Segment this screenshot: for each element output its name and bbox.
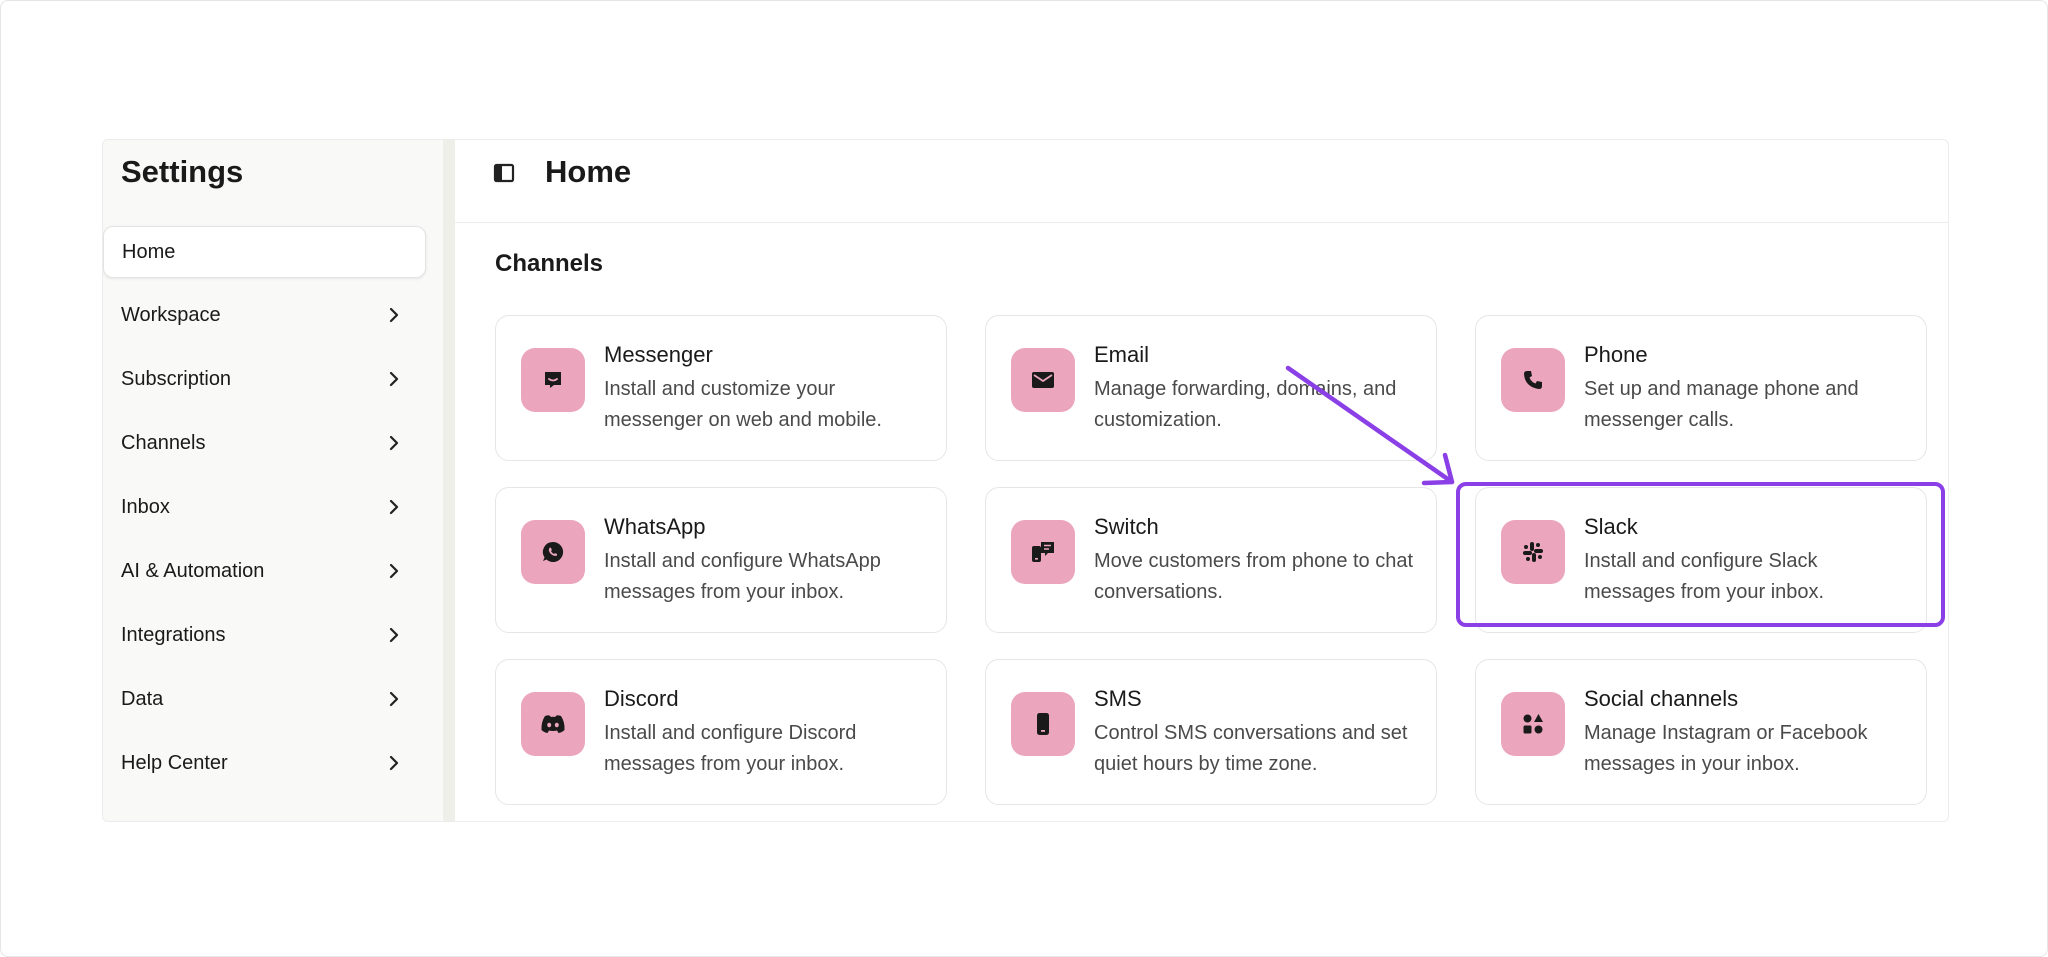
card-title: WhatsApp — [604, 514, 706, 539]
sidebar-item-label: Subscription — [121, 367, 232, 390]
sidebar-item-label: AI & Automation — [121, 559, 265, 582]
card-description: Control SMS conversations and set quiet … — [1094, 722, 1408, 775]
card-title: Social channels — [1584, 686, 1739, 711]
main-content: Home Channels Messenger Install and cust… — [455, 140, 1948, 821]
social-channels-icon — [1501, 692, 1565, 756]
card-title: Messenger — [604, 342, 713, 367]
messenger-icon — [521, 348, 585, 412]
sidebar-item-label: Integrations — [121, 623, 226, 646]
sidebar-item-inbox[interactable]: Inbox — [103, 481, 426, 533]
settings-window: Settings Home Workspace Subscription Cha… — [102, 139, 1949, 822]
card-title: SMS — [1094, 686, 1142, 711]
sidebar-item-label: Data — [121, 687, 164, 710]
sidebar-item-channels[interactable]: Channels — [103, 417, 426, 469]
chevron-right-icon — [389, 627, 399, 643]
sidebar-item-workspace[interactable]: Workspace — [103, 289, 426, 341]
sidebar-item-home[interactable]: Home — [103, 226, 426, 278]
sidebar-item-integrations[interactable]: Integrations — [103, 609, 426, 661]
sidebar-toggle-icon[interactable] — [493, 162, 515, 184]
card-description: Install and customize your messenger on … — [604, 378, 882, 431]
channel-card-discord[interactable]: Discord Install and configure Discord me… — [495, 659, 947, 805]
phone-icon — [1501, 348, 1565, 412]
channel-card-sms[interactable]: SMS Control SMS conversations and set qu… — [985, 659, 1437, 805]
sidebar-item-label: Workspace — [121, 303, 221, 326]
switch-icon — [1011, 520, 1075, 584]
card-description: Move customers from phone to chat conver… — [1094, 550, 1414, 603]
card-description: Install and configure Discord messages f… — [604, 722, 857, 775]
card-title: Switch — [1094, 514, 1159, 539]
card-description: Set up and manage phone and messenger ca… — [1584, 378, 1859, 431]
channel-card-email[interactable]: Email Manage forwarding, domains, and cu… — [985, 315, 1437, 461]
channel-card-slack[interactable]: Slack Install and configure Slack messag… — [1475, 487, 1927, 633]
card-title: Phone — [1584, 342, 1648, 367]
slack-icon — [1501, 520, 1565, 584]
card-description: Install and configure Slack messages fro… — [1584, 550, 1825, 603]
discord-icon — [521, 692, 585, 756]
card-title: Slack — [1584, 514, 1638, 539]
chevron-right-icon — [389, 691, 399, 707]
card-description: Manage Instagram or Facebook messages in… — [1584, 722, 1868, 775]
card-description: Install and configure WhatsApp messages … — [604, 550, 881, 603]
sidebar-item-label: Inbox — [121, 495, 170, 518]
sidebar-item-label: Channels — [121, 431, 206, 454]
chevron-right-icon — [389, 563, 399, 579]
chevron-right-icon — [389, 499, 399, 515]
card-title: Discord — [604, 686, 679, 711]
chevron-right-icon — [389, 755, 399, 771]
page-title: Home — [545, 154, 632, 189]
channel-card-switch[interactable]: Switch Move customers from phone to chat… — [985, 487, 1437, 633]
sidebar: Settings Home Workspace Subscription Cha… — [103, 140, 443, 821]
sidebar-item-ai-automation[interactable]: AI & Automation — [103, 545, 426, 597]
sidebar-item-label: Home — [122, 240, 176, 263]
card-description: Manage forwarding, domains, and customiz… — [1094, 378, 1397, 431]
sms-icon — [1011, 692, 1075, 756]
email-icon — [1011, 348, 1075, 412]
chevron-right-icon — [389, 371, 399, 387]
channel-card-messenger[interactable]: Messenger Install and customize your mes… — [495, 315, 947, 461]
chevron-right-icon — [389, 435, 399, 451]
sidebar-title: Settings — [121, 154, 244, 189]
channel-card-social-channels[interactable]: Social channels Manage Instagram or Face… — [1475, 659, 1927, 805]
sidebar-divider — [443, 140, 455, 821]
card-title: Email — [1094, 342, 1150, 367]
sidebar-item-subscription[interactable]: Subscription — [103, 353, 426, 405]
sidebar-item-label: Help Center — [121, 751, 228, 774]
chevron-right-icon — [389, 307, 399, 323]
channel-card-phone[interactable]: Phone Set up and manage phone and messen… — [1475, 315, 1927, 461]
whatsapp-icon — [521, 520, 585, 584]
sidebar-item-data[interactable]: Data — [103, 673, 426, 725]
page-header: Home — [455, 140, 1948, 223]
section-title: Channels — [495, 250, 604, 277]
channel-card-whatsapp[interactable]: WhatsApp Install and configure WhatsApp … — [495, 487, 947, 633]
sidebar-item-help-center[interactable]: Help Center — [103, 737, 426, 789]
